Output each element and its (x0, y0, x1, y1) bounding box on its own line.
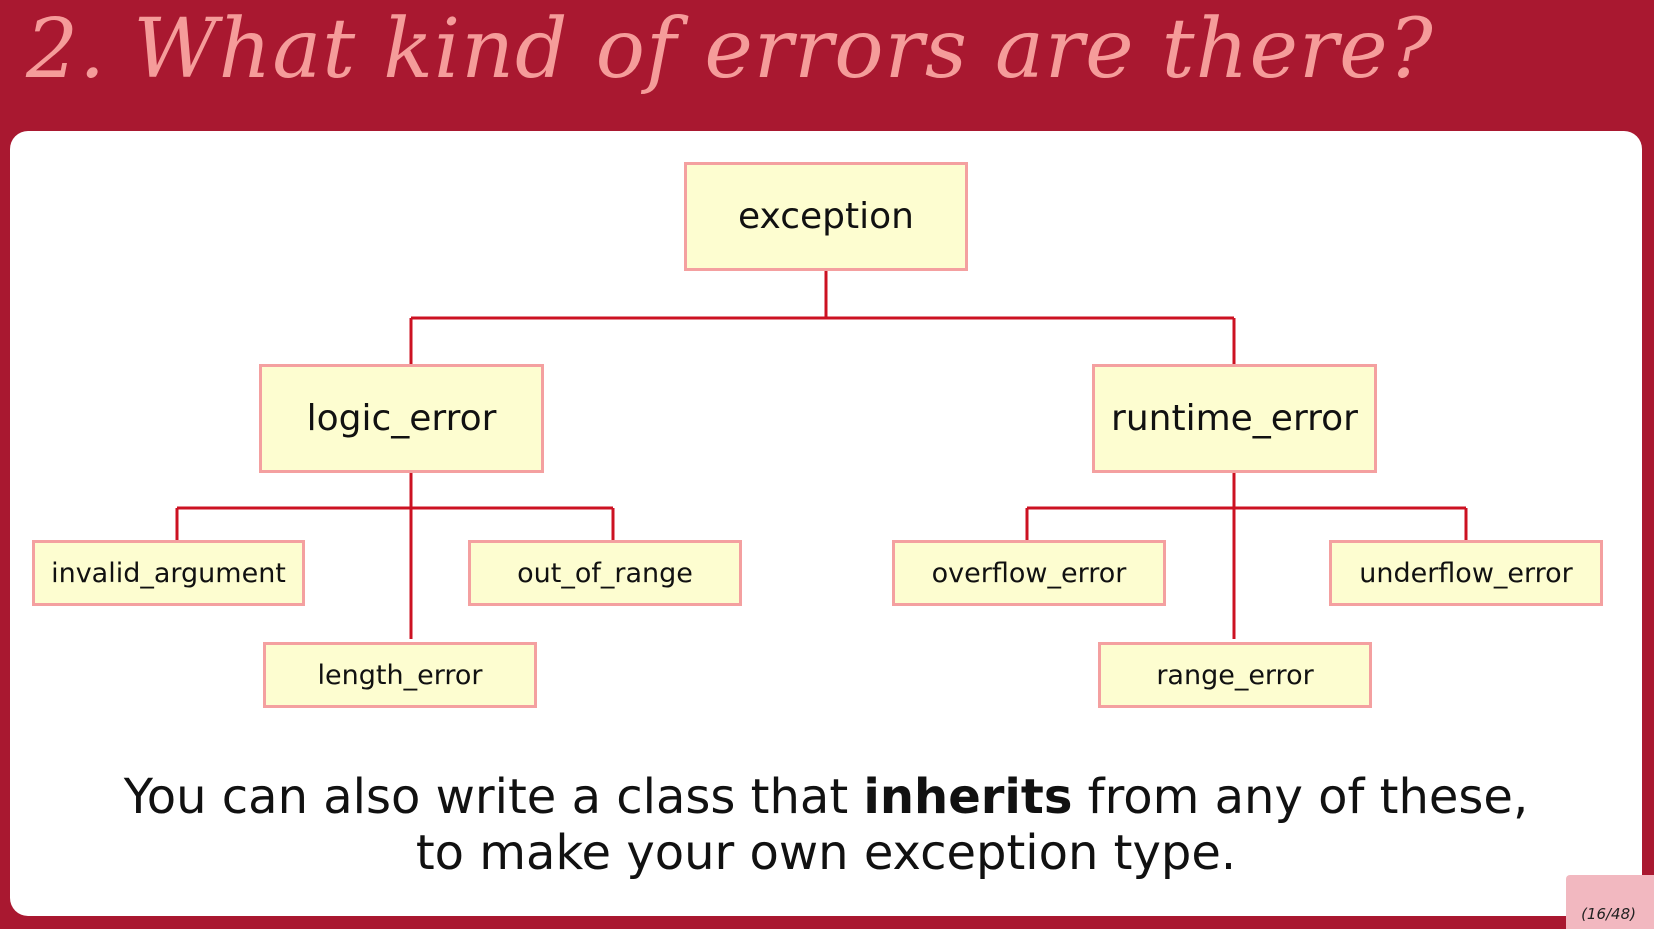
node-length-error: length_error (263, 642, 537, 708)
node-range-error: range_error (1098, 642, 1372, 708)
caption-line-1: You can also write a class that inherits… (10, 769, 1642, 825)
node-logic-error: logic_error (259, 364, 544, 473)
caption-line-2: to make your own exception type. (415, 825, 1237, 881)
caption: You can also write a class that inherits… (10, 769, 1642, 881)
page-number: (16/48) (1581, 905, 1636, 923)
content-panel: exception logic_error runtime_error inva… (10, 131, 1642, 916)
node-runtime-error: runtime_error (1092, 364, 1377, 473)
caption-line-1-after: from any of these, (1072, 769, 1529, 825)
node-exception: exception (684, 162, 968, 271)
node-overflow-error: overflow_error (892, 540, 1166, 606)
slide-title: 2. What kind of errors are there? (26, 2, 1434, 97)
caption-emphasis: inherits (863, 769, 1073, 825)
node-out-of-range: out_of_range (468, 540, 742, 606)
node-invalid-argument: invalid_argument (32, 540, 305, 606)
caption-line-1-before: You can also write a class that (123, 769, 864, 825)
node-underflow-error: underflow_error (1329, 540, 1603, 606)
